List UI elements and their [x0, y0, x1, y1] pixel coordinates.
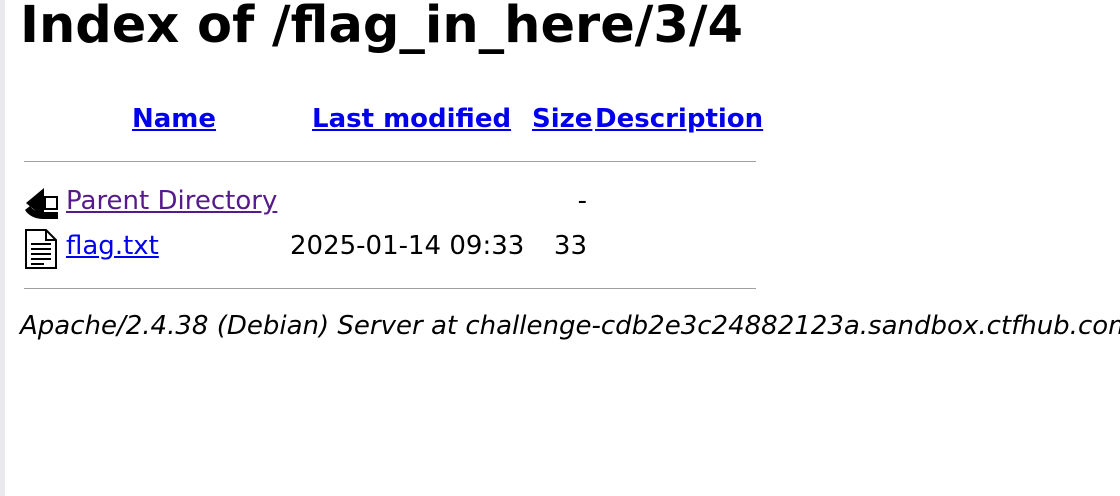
column-header-description[interactable]: Description [595, 104, 763, 134]
directory-listing-page: Index of /flag_in_here/3/4 Name Last mod… [0, 0, 1120, 496]
table-row-parent-directory: Parent Directory - [22, 182, 762, 222]
text-file-icon [25, 229, 57, 269]
column-header-name[interactable]: Name [132, 104, 216, 134]
row-last-modified: 2025-01-14 09:33 [290, 231, 525, 261]
back-arrow-icon [25, 188, 58, 219]
flag-txt-link[interactable]: flag.txt [66, 231, 159, 261]
parent-directory-link[interactable]: Parent Directory [66, 186, 277, 216]
page-title: Index of /flag_in_here/3/4 [20, 0, 744, 55]
header-divider [24, 161, 756, 162]
row-size: 33 [553, 231, 587, 261]
server-signature: Apache/2.4.38 (Debian) Server at challen… [20, 311, 1120, 341]
table-row-flag-txt: flag.txt 2025-01-14 09:33 33 [22, 227, 762, 269]
window-left-edge [0, 0, 5, 496]
footer-divider [24, 288, 756, 289]
column-header-last-modified[interactable]: Last modified [312, 104, 511, 134]
column-header-size[interactable]: Size [532, 104, 592, 134]
row-size: - [577, 186, 587, 216]
